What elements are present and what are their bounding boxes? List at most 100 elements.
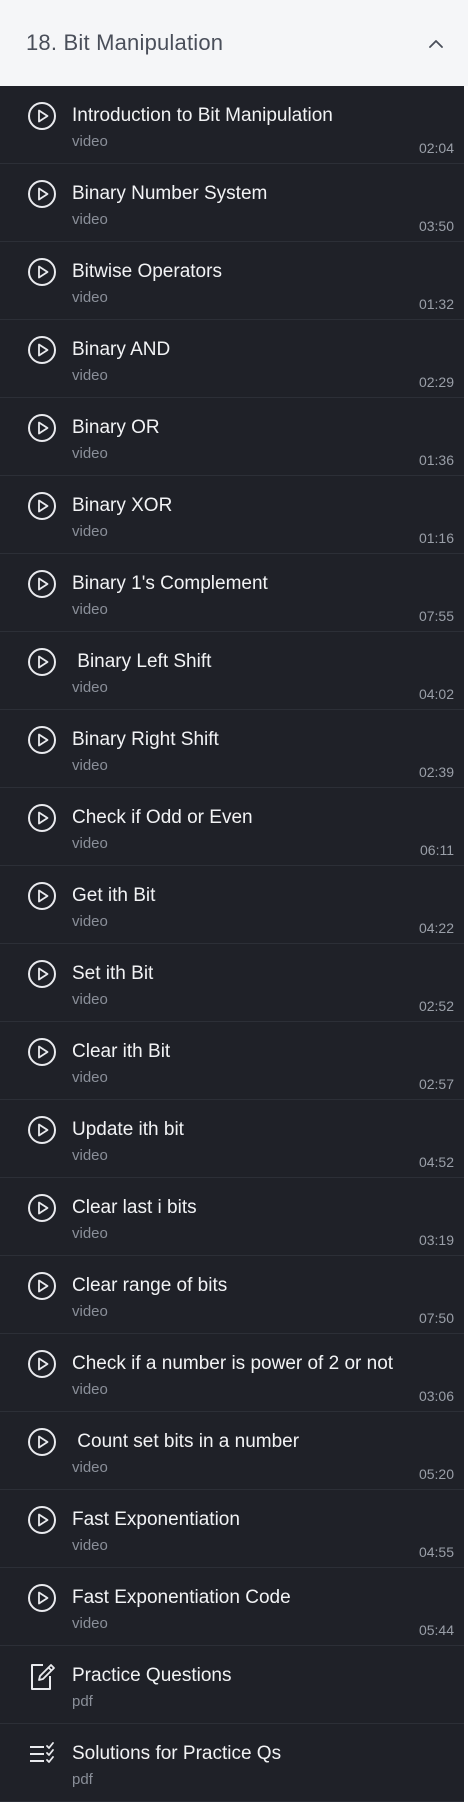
lecture-type: video xyxy=(72,367,108,384)
lecture-type: video xyxy=(72,913,108,930)
lecture-duration: 04:02 xyxy=(418,686,454,702)
lecture-duration: 02:57 xyxy=(418,1076,454,1092)
lecture-item[interactable]: Binary AND video 02:29 xyxy=(0,320,464,398)
lecture-duration: 05:44 xyxy=(418,1622,454,1638)
lecture-title: Check if Odd or Even xyxy=(72,807,253,828)
lecture-item[interactable]: Binary 1's Complement video 07:55 xyxy=(0,554,464,632)
lecture-item[interactable]: Binary XOR video 01:16 xyxy=(0,476,464,554)
lecture-item[interactable]: Clear range of bits video 07:50 xyxy=(0,1256,464,1334)
play-circle-icon xyxy=(27,1115,57,1145)
lecture-title: Practice Questions xyxy=(72,1665,232,1686)
lecture-item[interactable]: Binary Number System video 03:50 xyxy=(0,164,464,242)
lecture-duration: 03:50 xyxy=(418,218,454,234)
lecture-duration: 02:39 xyxy=(418,764,454,780)
lecture-item[interactable]: Binary OR video 01:36 xyxy=(0,398,464,476)
play-circle-icon xyxy=(27,491,57,521)
lecture-item[interactable]: Binary Left Shift video 04:02 xyxy=(0,632,464,710)
lecture-type: video xyxy=(72,1459,108,1476)
lecture-title: Binary XOR xyxy=(72,495,173,516)
lecture-title: Fast Exponentiation Code xyxy=(72,1587,291,1608)
play-circle-icon xyxy=(27,725,57,755)
play-circle-icon xyxy=(27,959,57,989)
lecture-duration: 02:52 xyxy=(418,998,454,1014)
lecture-item[interactable]: Check if Odd or Even video 06:11 xyxy=(0,788,464,866)
lecture-duration: 05:20 xyxy=(418,1466,454,1482)
play-circle-icon xyxy=(27,803,57,833)
lecture-item[interactable]: Update ith bit video 04:52 xyxy=(0,1100,464,1178)
lecture-duration: 01:36 xyxy=(418,452,454,468)
lecture-type: video xyxy=(72,523,108,540)
lecture-item[interactable]: Introduction to Bit Manipulation video 02:… xyxy=(0,86,464,164)
play-circle-icon xyxy=(27,1193,57,1223)
lecture-item[interactable]: Practice Questions pdf xyxy=(0,1646,464,1724)
lecture-item[interactable]: Check if a number is power of 2 or not vi… xyxy=(0,1334,464,1412)
lecture-title: Clear range of bits xyxy=(72,1275,228,1296)
lecture-item[interactable]: Count set bits in a number video 05:20 xyxy=(0,1412,464,1490)
lecture-duration: 02:29 xyxy=(418,374,454,390)
lecture-title: Introduction to Bit Manipulation xyxy=(72,105,333,126)
lecture-item[interactable]: Get ith Bit video 04:22 xyxy=(0,866,464,944)
section-header[interactable]: 18. Bit Manipulation xyxy=(0,0,468,86)
lecture-title: Clear ith Bit xyxy=(72,1041,171,1062)
play-circle-icon xyxy=(27,1349,57,1379)
lecture-duration: 07:55 xyxy=(418,608,454,624)
lecture-title: Count set bits in a number xyxy=(72,1431,300,1452)
lecture-type: pdf xyxy=(72,1693,93,1710)
lecture-type: video xyxy=(72,1303,108,1320)
lecture-duration: 01:32 xyxy=(418,296,454,312)
lecture-title: Binary Number System xyxy=(72,183,268,204)
lecture-duration: 06:11 xyxy=(420,842,454,858)
lecture-type: video xyxy=(72,1069,108,1086)
edit-document-icon xyxy=(27,1661,57,1691)
lecture-title: Binary OR xyxy=(72,417,160,438)
lecture-item[interactable]: Fast Exponentiation Code video 05:44 xyxy=(0,1568,464,1646)
lecture-item[interactable]: Fast Exponentiation video 04:55 xyxy=(0,1490,464,1568)
lecture-title: Solutions for Practice Qs xyxy=(72,1743,282,1764)
lecture-duration: 04:22 xyxy=(418,920,454,936)
play-circle-icon xyxy=(27,569,57,599)
lecture-type: pdf xyxy=(72,1771,93,1788)
lecture-title: Fast Exponentiation xyxy=(72,1509,240,1530)
lecture-type: video xyxy=(72,991,108,1008)
play-circle-icon xyxy=(27,881,57,911)
lecture-type: video xyxy=(72,1147,108,1164)
lecture-list: Introduction to Bit Manipulation video 02:… xyxy=(0,86,464,1802)
lecture-item[interactable]: Binary Right Shift video 02:39 xyxy=(0,710,464,788)
lecture-type: video xyxy=(72,445,108,462)
lecture-type: video xyxy=(72,289,108,306)
lecture-type: video xyxy=(72,679,108,696)
lecture-duration: 07:50 xyxy=(418,1310,454,1326)
lecture-title: Binary AND xyxy=(72,339,171,360)
lecture-title: Clear last i bits xyxy=(72,1197,197,1218)
lecture-duration: 03:06 xyxy=(418,1388,454,1404)
play-circle-icon xyxy=(27,1427,57,1457)
lecture-duration: 02:04 xyxy=(418,140,454,156)
play-circle-icon xyxy=(27,335,57,365)
lecture-title: Binary 1's Complement xyxy=(72,573,268,594)
lecture-duration: 01:16 xyxy=(418,530,454,546)
lecture-item[interactable]: Clear last i bits video 03:19 xyxy=(0,1178,464,1256)
play-circle-icon xyxy=(27,101,57,131)
play-circle-icon xyxy=(27,257,57,287)
lecture-type: video xyxy=(72,133,108,150)
lecture-type: video xyxy=(72,1615,108,1632)
lecture-type: video xyxy=(72,757,108,774)
play-circle-icon xyxy=(27,1583,57,1613)
play-circle-icon xyxy=(27,179,57,209)
lecture-item[interactable]: Solutions for Practice Qs pdf xyxy=(0,1724,464,1802)
lecture-title: Check if a number is power of 2 or not xyxy=(72,1353,394,1374)
lecture-item[interactable]: Set ith Bit video 02:52 xyxy=(0,944,464,1022)
lecture-type: video xyxy=(72,835,108,852)
chevron-up-icon[interactable] xyxy=(428,35,444,51)
lecture-duration: 04:55 xyxy=(418,1544,454,1560)
lecture-item[interactable]: Clear ith Bit video 02:57 xyxy=(0,1022,464,1100)
lecture-type: video xyxy=(72,1381,108,1398)
section-title: 18. Bit Manipulation xyxy=(26,30,224,55)
play-circle-icon xyxy=(27,413,57,443)
lecture-item[interactable]: Bitwise Operators video 01:32 xyxy=(0,242,464,320)
checklist-icon xyxy=(27,1739,57,1769)
lecture-type: video xyxy=(72,601,108,618)
play-circle-icon xyxy=(27,1037,57,1067)
lecture-title: Binary Left Shift xyxy=(72,651,212,672)
lecture-type: video xyxy=(72,1537,108,1554)
